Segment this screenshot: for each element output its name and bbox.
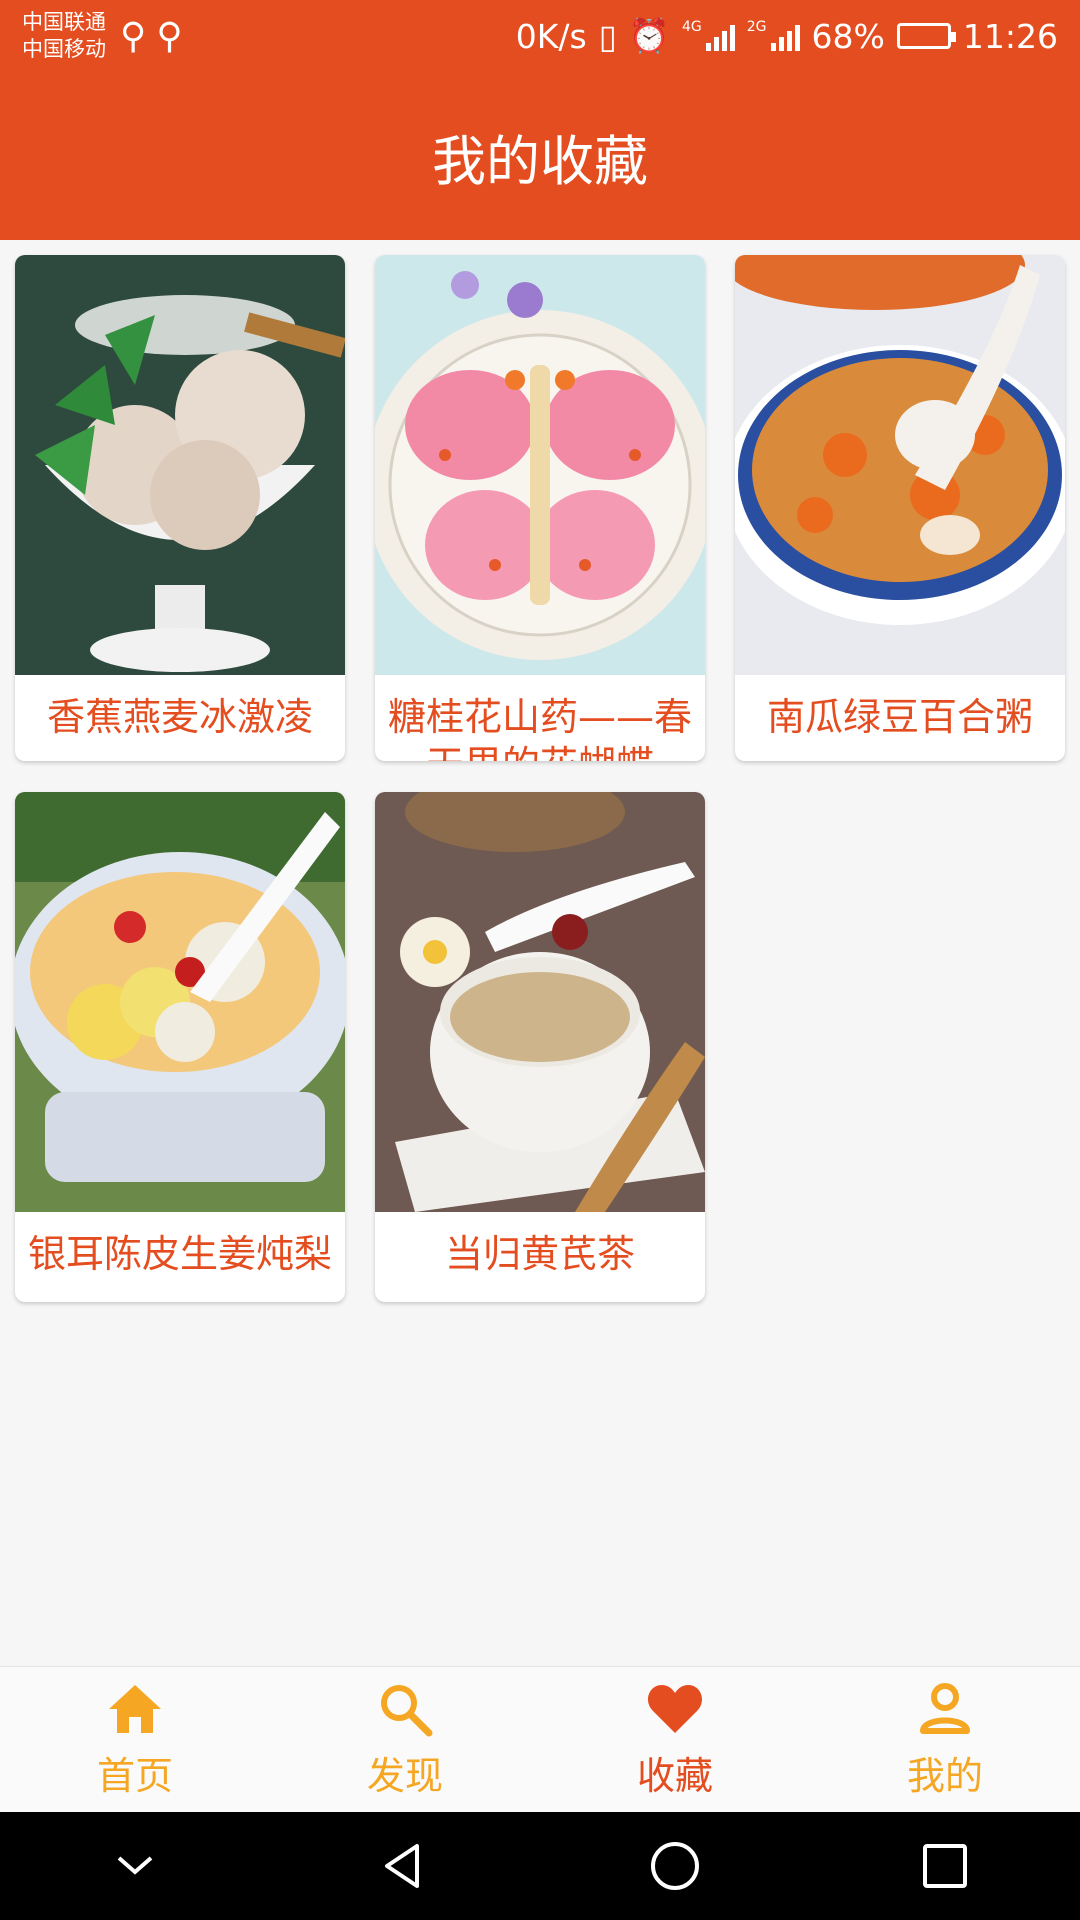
recipe-name: 糖桂花山药——春天里的花蝴蝶 [387, 695, 692, 761]
search-icon [381, 1685, 433, 1737]
nav-label-discover: 发现 [366, 1754, 443, 1798]
home-icon [109, 1685, 161, 1733]
nav-item-discover[interactable]: 发现 [270, 1667, 540, 1812]
nav-label-home: 首页 [96, 1754, 173, 1798]
bottom-nav: 首页 发现 收藏 我的 [0, 1666, 1080, 1812]
back-icon[interactable] [377, 1838, 433, 1894]
recipe-name: 香蕉燕麦冰激凌 [46, 695, 313, 739]
recipe-name: 当归黄芪茶 [444, 1232, 635, 1276]
nav-item-home[interactable]: 首页 [0, 1667, 270, 1812]
status-bar: 中国联通 中国移动 ⚲ ⚲ 0K/s ▯ ⏰ 4G 2G 68% 11:26 [0, 0, 1080, 72]
nav-item-favorites[interactable]: 收藏 [540, 1667, 810, 1812]
usb-icon: ⚲ [156, 15, 183, 57]
nav-label-mine: 我的 [906, 1754, 983, 1798]
butterfly-yam-photo [375, 255, 705, 675]
usb-icon: ⚲ [120, 15, 147, 57]
recipe-card[interactable]: 南瓜绿豆百合粥 [735, 255, 1065, 761]
carrier-1: 中国联通 [22, 10, 106, 34]
tremella-soup-photo [15, 792, 345, 1212]
herbal-tea-photo [375, 792, 705, 1212]
system-nav-bar [0, 1812, 1080, 1920]
recents-icon[interactable] [917, 1838, 973, 1894]
app-root: 中国联通 中国移动 ⚲ ⚲ 0K/s ▯ ⏰ 4G 2G 68% 11:26 我… [0, 0, 1080, 1920]
recipe-card[interactable]: 糖桂花山药——春天里的花蝴蝶 [375, 255, 705, 761]
nav-item-mine[interactable]: 我的 [810, 1667, 1080, 1812]
pumpkin-porridge-photo [735, 255, 1065, 675]
battery-icon [896, 23, 956, 49]
clock: 11:26 [962, 16, 1058, 56]
net-type-2: 2G [746, 19, 767, 35]
carrier-info: 中国联通 中国移动 [22, 9, 106, 63]
recipe-card[interactable]: 银耳陈皮生姜炖梨 [15, 792, 345, 1302]
signal-icon [770, 21, 800, 51]
alarm-icon: ⏰ [628, 16, 670, 55]
recipe-name: 南瓜绿豆百合粥 [766, 695, 1033, 739]
recipe-name: 银耳陈皮生姜炖梨 [27, 1232, 332, 1276]
ice-cream-photo [15, 255, 345, 675]
collapse-icon[interactable] [107, 1838, 163, 1894]
page-title: 我的收藏 [432, 129, 648, 193]
person-icon [920, 1683, 970, 1734]
nav-label-favorites: 收藏 [636, 1754, 713, 1798]
net-type-1: 4G [682, 19, 702, 35]
vibrate-icon: ▯ [598, 16, 617, 56]
carrier-2: 中国移动 [22, 37, 106, 61]
recipe-card[interactable]: 当归黄芪茶 [375, 792, 705, 1302]
home-circle-icon[interactable] [647, 1838, 703, 1894]
recipe-card[interactable]: 香蕉燕麦冰激凌 [15, 255, 345, 761]
title-bar: 我的收藏 [0, 72, 1080, 240]
net-speed: 0K/s [515, 16, 587, 56]
battery-percent: 68% [811, 16, 885, 56]
heart-icon [647, 1685, 703, 1733]
signal-icon [705, 21, 735, 51]
